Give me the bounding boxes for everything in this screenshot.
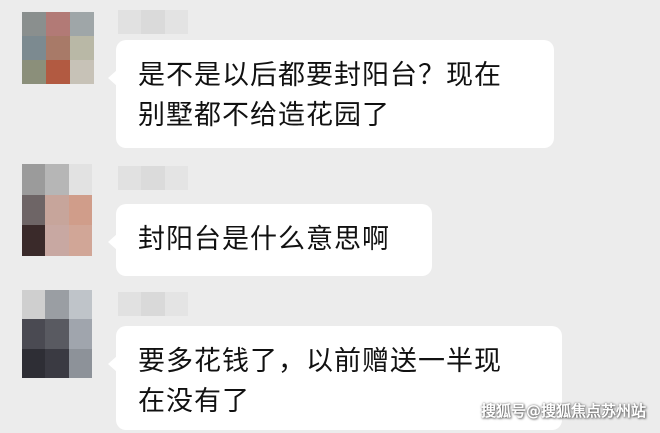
sender-name-blurred xyxy=(118,10,188,34)
message-text-line: 封阳台是什么意思啊 xyxy=(138,224,390,255)
avatar[interactable] xyxy=(22,12,94,84)
watermark: 搜狐号@搜狐焦点苏州站 xyxy=(480,402,646,420)
message-text-line: 是不是以后都要封阳台？现在 xyxy=(138,60,502,91)
message-text-line: 在没有了 xyxy=(138,386,250,417)
message-text-line: 要多花钱了，以前赠送一半现 xyxy=(138,346,502,377)
sender-name-blurred xyxy=(118,292,188,316)
sender-name-blurred xyxy=(118,166,188,190)
avatar[interactable] xyxy=(22,290,92,378)
message-bubble[interactable]: 封阳台是什么意思啊 xyxy=(108,204,432,276)
avatar[interactable] xyxy=(22,164,92,256)
message-bubble[interactable]: 是不是以后都要封阳台？现在 别墅都不给造花园了 xyxy=(108,40,554,148)
message-text-line: 别墅都不给造花园了 xyxy=(138,100,390,131)
chat-window: 是不是以后都要封阳台？现在 别墅都不给造花园了 封阳台是什么意思啊 要多花钱了，… xyxy=(0,0,660,433)
